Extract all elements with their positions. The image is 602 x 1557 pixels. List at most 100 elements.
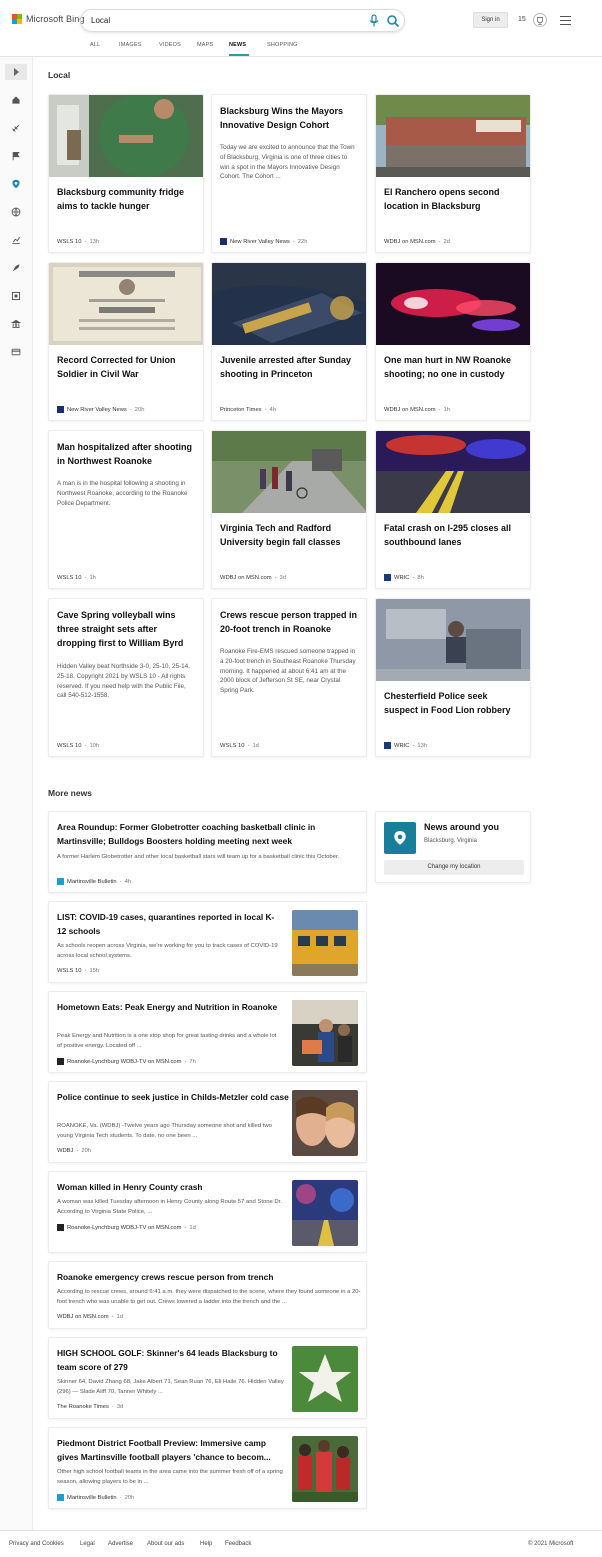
card-image: [376, 431, 530, 513]
footer-link-privacy[interactable]: Privacy and Cookies: [9, 1541, 64, 1547]
rail-expand-button[interactable]: [5, 64, 27, 80]
location-pin-icon[interactable]: [9, 177, 23, 191]
news-card[interactable]: Record Corrected for Union Soldier in Ci…: [48, 262, 204, 421]
current-location: Blacksburg, Virginia: [424, 838, 477, 844]
card-title[interactable]: Juvenile arrested after Sunday shooting …: [220, 353, 358, 381]
tab-shopping[interactable]: SHOPPING: [267, 42, 307, 57]
card-source: WRIC · 8h: [384, 574, 424, 581]
film-icon[interactable]: [9, 289, 23, 303]
news-card[interactable]: Fatal crash on I-295 closes all southbou…: [375, 430, 531, 589]
tab-news[interactable]: NEWS: [229, 42, 249, 57]
card-title[interactable]: One man hurt in NW Roanoke shooting; no …: [384, 353, 522, 381]
card-title[interactable]: Blacksburg community fridge aims to tack…: [57, 185, 195, 213]
card-source: WDBJ on MSN.com · 3d: [220, 575, 286, 581]
source-name: Princeton Times: [220, 407, 262, 413]
bing-logo[interactable]: Microsoft Bing: [12, 14, 84, 24]
tab-all[interactable]: ALL: [90, 42, 119, 57]
footer-link-legal[interactable]: Legal: [80, 1541, 95, 1547]
building-icon[interactable]: [9, 317, 23, 331]
card-title[interactable]: Crews rescue person trapped in 20-foot t…: [220, 608, 358, 636]
news-card[interactable]: Chesterfield Police seek suspect in Food…: [375, 598, 531, 757]
item-snippet: According to rescue crews, around 6:41 a…: [57, 1289, 361, 1305]
item-title[interactable]: LIST: COVID-19 cases, quarantines report…: [57, 910, 282, 938]
satellite-icon[interactable]: [9, 121, 23, 135]
rewards-count[interactable]: 15: [518, 16, 526, 23]
source-name: WRIC: [394, 742, 410, 749]
card-image: [49, 95, 203, 177]
list-item[interactable]: Roanoke emergency crews rescue person fr…: [48, 1261, 367, 1329]
footer-link-help[interactable]: Help: [200, 1541, 212, 1547]
item-title[interactable]: Police continue to seek justice in Child…: [57, 1090, 289, 1104]
search-icon[interactable]: [386, 14, 400, 28]
news-card[interactable]: Blacksburg Wins the Mayors Innovative De…: [211, 94, 367, 253]
tab-videos[interactable]: VIDEOS: [159, 42, 197, 57]
rewards-trophy-icon[interactable]: [533, 13, 547, 27]
list-item[interactable]: Hometown Eats: Peak Energy and Nutrition…: [48, 991, 367, 1073]
news-card[interactable]: Juvenile arrested after Sunday shooting …: [211, 262, 367, 421]
card-snippet: Roanoke Fire-EMS rescued someone trapped…: [220, 648, 356, 695]
microphone-icon[interactable]: [368, 14, 380, 28]
card-title[interactable]: Man hospitalized after shooting in North…: [57, 440, 195, 468]
wric-icon: [384, 574, 391, 581]
search-box[interactable]: Local: [80, 9, 405, 32]
chart-icon[interactable]: [9, 233, 23, 247]
news-card[interactable]: Virginia Tech and Radford University beg…: [211, 430, 367, 589]
card-title[interactable]: Chesterfield Police seek suspect in Food…: [384, 689, 522, 717]
item-source: WDBJ on MSN.com · 1d: [57, 1314, 123, 1320]
age: 2d: [443, 239, 450, 245]
card-title[interactable]: Record Corrected for Union Soldier in Ci…: [57, 353, 195, 381]
item-snippet: Other high school football teams in the …: [57, 1469, 283, 1485]
card-source: WSLS 10 · 1h: [57, 575, 96, 581]
globe-icon[interactable]: [9, 205, 23, 219]
expand-icon: [14, 68, 19, 76]
card-title[interactable]: Fatal crash on I-295 closes all southbou…: [384, 521, 522, 549]
news-card[interactable]: Man hospitalized after shooting in North…: [48, 430, 204, 589]
flag-icon[interactable]: [9, 149, 23, 163]
item-title[interactable]: Woman killed in Henry County crash: [57, 1180, 282, 1194]
news-card[interactable]: El Ranchero opens second location in Bla…: [375, 94, 531, 253]
news-card[interactable]: Blacksburg community fridge aims to tack…: [48, 94, 204, 253]
card-title[interactable]: Cave Spring volleyball wins three straig…: [57, 608, 195, 650]
item-title[interactable]: Roanoke emergency crews rescue person fr…: [57, 1270, 357, 1284]
card-title[interactable]: Blacksburg Wins the Mayors Innovative De…: [220, 104, 358, 132]
card-snippet: Hidden Valley beat Northside 3-0, 25-10,…: [57, 663, 190, 700]
card-title[interactable]: El Ranchero opens second location in Bla…: [384, 185, 522, 213]
hamburger-menu-icon[interactable]: [560, 16, 571, 25]
news-card[interactable]: One man hurt in NW Roanoke shooting; no …: [375, 262, 531, 421]
list-item[interactable]: LIST: COVID-19 cases, quarantines report…: [48, 901, 367, 983]
item-title[interactable]: HIGH SCHOOL GOLF: Skinner's 64 leads Bla…: [57, 1346, 282, 1374]
news-around-you-panel: News around you Blacksburg, Virginia Cha…: [375, 811, 531, 883]
card-snippet: A man is in the hospital following a sho…: [57, 480, 188, 507]
item-title[interactable]: Piedmont District Football Preview: Imme…: [57, 1436, 289, 1464]
card-title[interactable]: Virginia Tech and Radford University beg…: [220, 521, 358, 549]
footer-link-advertise[interactable]: Advertise: [108, 1541, 133, 1547]
item-snippet: ROANOKE, Va. (WDBJ) -Twelve years ago Th…: [57, 1123, 272, 1139]
list-item[interactable]: Woman killed in Henry County crash A wom…: [48, 1171, 367, 1253]
source-name: WDBJ: [57, 1148, 74, 1154]
footer-link-feedback[interactable]: Feedback: [225, 1541, 251, 1547]
home-icon[interactable]: [9, 93, 23, 107]
search-input[interactable]: Local: [91, 16, 110, 25]
card-icon[interactable]: [9, 345, 23, 359]
card-source: WSLS 10 · 1d: [220, 743, 259, 749]
list-item[interactable]: Police continue to seek justice in Child…: [48, 1081, 367, 1163]
item-snippet: Peak Energy and Nutrition is a one stop …: [57, 1033, 277, 1049]
tab-images[interactable]: IMAGES: [119, 42, 159, 57]
source-name: WSLS 10: [220, 743, 245, 749]
age: 4h: [269, 407, 276, 413]
list-item[interactable]: Area Roundup: Former Globetrotter coachi…: [48, 811, 367, 893]
source-name: Martinsville Bulletin: [67, 878, 117, 885]
item-title[interactable]: Area Roundup: Former Globetrotter coachi…: [57, 820, 347, 848]
item-snippet: A woman was killed Tuesday afternoon in …: [57, 1199, 282, 1215]
change-location-button[interactable]: Change my location: [384, 860, 524, 875]
tab-maps[interactable]: MAPS: [197, 42, 229, 57]
item-title[interactable]: Hometown Eats: Peak Energy and Nutrition…: [57, 1000, 282, 1014]
list-item[interactable]: Piedmont District Football Preview: Imme…: [48, 1427, 367, 1509]
news-card[interactable]: Cave Spring volleyball wins three straig…: [48, 598, 204, 757]
footer-link-about-ads[interactable]: About our ads: [147, 1541, 184, 1547]
news-card[interactable]: Crews rescue person trapped in 20-foot t…: [211, 598, 367, 757]
rocket-icon[interactable]: [9, 261, 23, 275]
item-source: Roanoke-Lynchburg WDBJ-TV on MSN.com · 7h: [57, 1058, 196, 1065]
list-item[interactable]: HIGH SCHOOL GOLF: Skinner's 64 leads Bla…: [48, 1337, 367, 1419]
sign-in-button[interactable]: Sign in: [473, 12, 508, 28]
